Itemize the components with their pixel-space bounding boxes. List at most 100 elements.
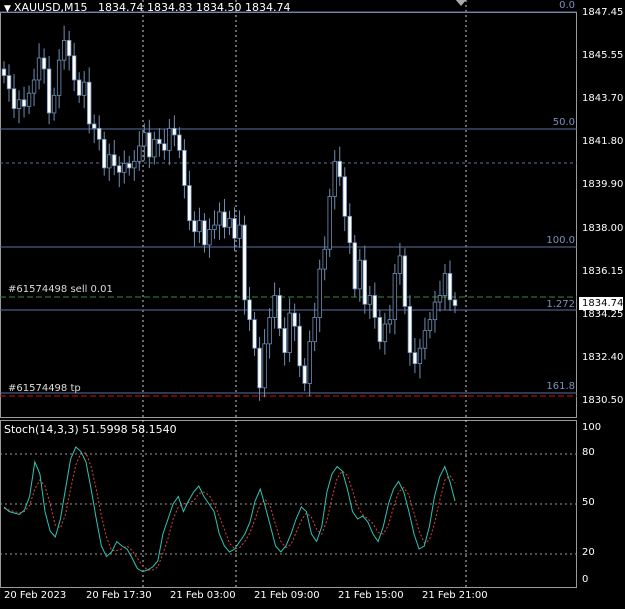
candle-body xyxy=(46,68,52,114)
candle-body xyxy=(227,218,232,228)
candle-body xyxy=(26,92,32,107)
price-tick: 1845.55 xyxy=(582,50,624,61)
candle-body xyxy=(127,163,132,169)
candle-body xyxy=(437,295,443,303)
fibo-label-1618: 161.8 xyxy=(546,381,575,392)
candle-body xyxy=(56,59,62,96)
candle-body xyxy=(192,220,197,233)
stoch-tick: 0 xyxy=(582,574,589,585)
time-tick: 20 Feb 17:30 xyxy=(86,590,152,601)
candle-body xyxy=(232,218,237,239)
candle-body xyxy=(157,138,162,145)
candle-body xyxy=(282,328,287,354)
price-tick: 1841.80 xyxy=(582,136,624,147)
candle-body xyxy=(402,255,408,307)
candle-body xyxy=(237,224,242,239)
tp-order-label: #61574498 tp xyxy=(8,383,81,394)
chart-window[interactable]: ▼ XAUUSD,M15 1834.74 1834.83 1834.50 1834… xyxy=(0,0,625,609)
candle-body xyxy=(412,352,418,365)
candle-body xyxy=(257,347,262,389)
candle-body xyxy=(207,229,212,246)
candle-body xyxy=(287,312,292,354)
candle-body xyxy=(407,306,413,354)
candle-body xyxy=(267,317,272,345)
candle-body xyxy=(312,317,317,343)
sell-order-label: #61574498 sell 0.01 xyxy=(8,284,113,295)
price-tick: 1843.70 xyxy=(582,93,624,104)
candle-body xyxy=(51,94,57,114)
price-tick: 1847.45 xyxy=(582,7,624,18)
stoch-tick: 20 xyxy=(582,547,595,558)
candle-body xyxy=(167,127,172,151)
candle-body xyxy=(422,330,428,349)
candle-body xyxy=(327,196,332,250)
candle-body xyxy=(417,347,423,365)
ohlc-low: 1834.50 xyxy=(196,1,242,14)
candle-body xyxy=(292,312,297,327)
candle-body xyxy=(262,343,267,389)
candle-body xyxy=(117,165,122,173)
candle-body xyxy=(277,295,282,329)
candle-body xyxy=(317,268,322,318)
ohlc-open: 1834.74 xyxy=(98,1,144,14)
candle-body xyxy=(347,215,352,244)
candle-body xyxy=(367,295,373,305)
stoch-tick: 80 xyxy=(582,447,595,458)
stoch-lines-group xyxy=(3,446,456,573)
candle-body xyxy=(172,127,177,136)
price-tick: 1839.90 xyxy=(582,179,624,190)
candle-body xyxy=(447,273,453,301)
time-tick: 21 Feb 03:00 xyxy=(170,590,236,601)
symbol-header: ▼ XAUUSD,M15 1834.74 1834.83 1834.50 1834… xyxy=(4,1,291,14)
candle-body xyxy=(162,143,167,151)
candle-body xyxy=(152,138,157,158)
candle-body xyxy=(217,211,222,226)
candle-body xyxy=(41,57,47,70)
price-tick: 1838.00 xyxy=(582,223,624,234)
candle-body xyxy=(252,319,257,349)
candle-body xyxy=(372,295,378,318)
candle-body xyxy=(307,341,312,384)
candle-body xyxy=(1,68,7,76)
price-tick: 1836.15 xyxy=(582,266,624,277)
candle-body xyxy=(322,248,327,270)
candle-body xyxy=(11,88,17,109)
time-tick: 21 Feb 21:00 xyxy=(422,590,488,601)
stoch-label: Stoch(14,3,3) 51.5998 58.1540 xyxy=(4,423,177,436)
main-pane-frame xyxy=(0,12,577,418)
dropdown-triangle-icon[interactable]: ▼ xyxy=(4,4,11,14)
symbol-label: XAUUSD,M15 xyxy=(13,1,88,14)
candle-body xyxy=(177,134,182,151)
ohlc-close: 1834.74 xyxy=(245,1,291,14)
candle-body xyxy=(6,75,12,90)
candle-body xyxy=(212,224,217,230)
candle-body xyxy=(147,132,152,158)
stoch-tick: 100 xyxy=(582,422,602,433)
candle-body xyxy=(442,273,448,296)
candle-body xyxy=(86,81,92,125)
candle-body xyxy=(362,259,367,305)
candle-body xyxy=(392,273,398,321)
candle-body xyxy=(97,127,102,140)
fibo-label-1272: 1.272 xyxy=(546,299,575,310)
fibo-label-0: 0.0 xyxy=(559,0,575,11)
candle-body xyxy=(202,220,207,246)
fibo-label-100: 100.0 xyxy=(546,235,575,246)
candle-body xyxy=(132,160,137,169)
candle-body xyxy=(337,160,342,178)
candle-body xyxy=(247,299,252,321)
candle-body xyxy=(36,57,42,81)
candle-body xyxy=(102,138,107,169)
candle-body xyxy=(357,259,362,290)
chart-shift-marker[interactable] xyxy=(455,0,467,6)
fibo-label-50: 50.0 xyxy=(552,117,575,128)
candle-body xyxy=(432,301,438,321)
candle-body xyxy=(382,323,388,343)
candle-body xyxy=(122,163,127,173)
time-tick: 21 Feb 15:00 xyxy=(338,590,404,601)
candle-body xyxy=(427,319,433,332)
candle-body xyxy=(222,211,227,228)
candle-body xyxy=(397,255,403,274)
candle-body xyxy=(81,81,87,96)
candle-body xyxy=(197,220,202,233)
